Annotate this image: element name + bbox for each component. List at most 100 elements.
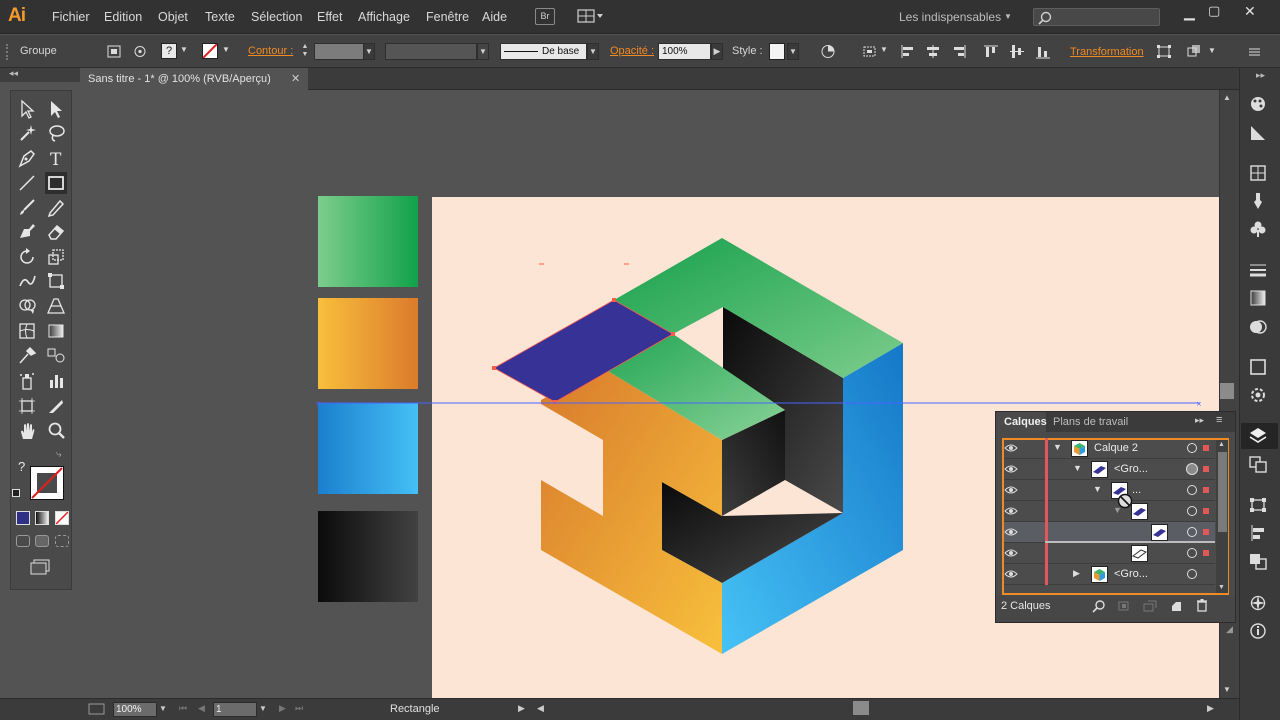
guide-endpoint-icon: × xyxy=(315,400,321,408)
expand-arrow-icon[interactable]: ▼ xyxy=(1113,505,1122,515)
layers-scroll-up-icon[interactable]: ▲ xyxy=(1218,441,1225,448)
layer-name[interactable]: <Gro... xyxy=(1114,568,1148,580)
info-panel-button[interactable] xyxy=(1246,620,1270,642)
selection-square-icon[interactable] xyxy=(1203,508,1209,514)
eye-visibility-icon[interactable] xyxy=(1004,462,1018,476)
scroll-left-icon[interactable]: ◀ xyxy=(537,703,544,714)
previous-artboard-icon[interactable]: ◀ xyxy=(198,703,205,714)
club-symbol-icon xyxy=(1250,221,1266,237)
vertical-scroll-thumb[interactable] xyxy=(1220,383,1234,399)
eye-visibility-icon[interactable] xyxy=(1004,567,1018,581)
artboards-icon xyxy=(1249,456,1267,473)
transform-panel-button[interactable] xyxy=(1246,494,1270,516)
expand-dock-icon[interactable]: ▸▸ xyxy=(1256,70,1265,81)
target-circle-icon[interactable] xyxy=(1187,506,1197,516)
eye-visibility-icon[interactable] xyxy=(1004,546,1018,560)
artboard-navigator-icon[interactable] xyxy=(88,703,106,715)
anchor-point[interactable] xyxy=(492,366,496,370)
artboard-number-field[interactable]: 1 xyxy=(213,702,257,717)
eye-visibility-icon[interactable] xyxy=(1004,504,1018,518)
locate-object-icon[interactable] xyxy=(1091,599,1107,613)
selection-square-icon[interactable] xyxy=(1203,466,1209,472)
layer-thumbnail xyxy=(1071,440,1088,457)
target-circle-selected-icon[interactable] xyxy=(1186,463,1198,475)
gradient-panel-button[interactable] xyxy=(1246,287,1270,309)
status-menu-icon[interactable]: ▶ xyxy=(518,703,525,714)
artboard-dropdown-icon[interactable]: ▼ xyxy=(259,704,267,713)
layers-stack-icon xyxy=(1249,428,1267,443)
layer-row[interactable] xyxy=(1004,501,1215,522)
selection-square-icon[interactable] xyxy=(1203,487,1209,493)
graphic-styles-panel-button[interactable] xyxy=(1246,384,1270,406)
anchor-point[interactable] xyxy=(612,298,616,302)
new-sublayer-icon[interactable] xyxy=(1142,599,1158,613)
target-circle-icon[interactable] xyxy=(1187,527,1197,537)
collapse-arrow-icon[interactable]: ▶ xyxy=(1073,568,1080,579)
color-panel-button[interactable] xyxy=(1246,93,1270,115)
layer-name[interactable]: Calque 2 xyxy=(1094,442,1138,454)
appearance-icon xyxy=(1250,359,1266,375)
clipping-mask-icon[interactable] xyxy=(1117,599,1131,613)
scroll-down-icon[interactable]: ▼ xyxy=(1223,685,1231,694)
color-guide-button[interactable] xyxy=(1246,122,1270,144)
status-current-tool[interactable]: Rectangle xyxy=(390,703,440,715)
layers-scroll-down-icon[interactable]: ▼ xyxy=(1218,584,1225,591)
cube-thumbnail-icon xyxy=(1094,569,1105,581)
artboards-panel-button[interactable] xyxy=(1246,453,1270,475)
selection-square-icon[interactable] xyxy=(1203,445,1209,451)
layer-thumbnail xyxy=(1131,545,1148,562)
layer-name[interactable]: <Gro... xyxy=(1114,463,1148,475)
close-window-icon[interactable]: ✕ xyxy=(1244,3,1256,20)
layer-row[interactable] xyxy=(1004,564,1215,585)
scroll-right-icon[interactable]: ▶ xyxy=(1207,703,1214,714)
layer-count: 2 Calques xyxy=(1001,600,1051,612)
tab-calques-label[interactable]: Calques xyxy=(1004,416,1047,428)
eye-visibility-icon[interactable] xyxy=(1004,525,1018,539)
layers-panel-button[interactable] xyxy=(1246,425,1270,447)
target-circle-icon[interactable] xyxy=(1187,443,1197,453)
navigator-panel-button[interactable] xyxy=(1246,592,1270,614)
pathfinder-panel-button[interactable] xyxy=(1246,550,1270,572)
panel-resize-grip-icon[interactable]: ◢ xyxy=(1226,624,1233,635)
last-artboard-icon[interactable]: ⏭ xyxy=(295,703,303,714)
expand-arrow-icon[interactable]: ▼ xyxy=(1073,463,1082,473)
target-circle-icon[interactable] xyxy=(1187,569,1197,579)
target-circle-icon[interactable] xyxy=(1187,485,1197,495)
eye-visibility-icon[interactable] xyxy=(1004,483,1018,497)
symbols-panel-button[interactable] xyxy=(1246,218,1270,240)
layers-panel-menu-icon[interactable]: ≡ xyxy=(1216,414,1222,426)
brushes-panel-button[interactable] xyxy=(1246,190,1270,212)
layer-row[interactable] xyxy=(1004,480,1215,501)
eye-visibility-icon[interactable] xyxy=(1004,441,1018,455)
swatches-panel-button[interactable] xyxy=(1246,162,1270,184)
zoom-level-field[interactable]: 100% xyxy=(113,702,157,717)
zoom-dropdown-icon[interactable]: ▼ xyxy=(159,704,167,713)
layer-thumbnail xyxy=(1151,524,1168,541)
layers-scroll-thumb[interactable] xyxy=(1218,452,1227,532)
cube-thumbnail-icon xyxy=(1074,443,1085,455)
parallelogram-thumbnail-icon xyxy=(1133,508,1146,516)
expand-arrow-icon[interactable]: ▼ xyxy=(1093,484,1102,494)
appearance-panel-button[interactable] xyxy=(1246,356,1270,378)
horizontal-scroll-thumb[interactable] xyxy=(853,701,869,715)
new-layer-icon[interactable] xyxy=(1169,599,1183,613)
layer-row[interactable] xyxy=(1004,459,1215,480)
next-artboard-icon[interactable]: ▶ xyxy=(279,703,286,714)
target-circle-icon[interactable] xyxy=(1187,548,1197,558)
control-panel-menu-icon[interactable] xyxy=(1246,44,1262,59)
tab-plans-de-travail[interactable]: Plans de travail xyxy=(1053,416,1128,428)
selection-square-icon[interactable] xyxy=(1203,529,1209,535)
first-artboard-icon[interactable]: ⏮ xyxy=(179,703,187,714)
expand-arrow-icon[interactable]: ▼ xyxy=(1053,442,1062,452)
trash-icon[interactable] xyxy=(1195,598,1209,613)
panel-collapse-icon[interactable]: ▸▸ xyxy=(1195,415,1204,426)
anchor-point[interactable] xyxy=(671,332,675,336)
stroke-panel-button[interactable] xyxy=(1246,259,1270,281)
transparency-panel-button[interactable] xyxy=(1246,316,1270,338)
scroll-up-icon[interactable]: ▲ xyxy=(1223,93,1231,102)
layer-row[interactable] xyxy=(1004,543,1215,564)
align-panel-button[interactable] xyxy=(1246,522,1270,544)
pathfinder-icon xyxy=(1250,554,1267,570)
layer-row-selected[interactable] xyxy=(1004,522,1215,543)
selection-square-icon[interactable] xyxy=(1203,550,1209,556)
